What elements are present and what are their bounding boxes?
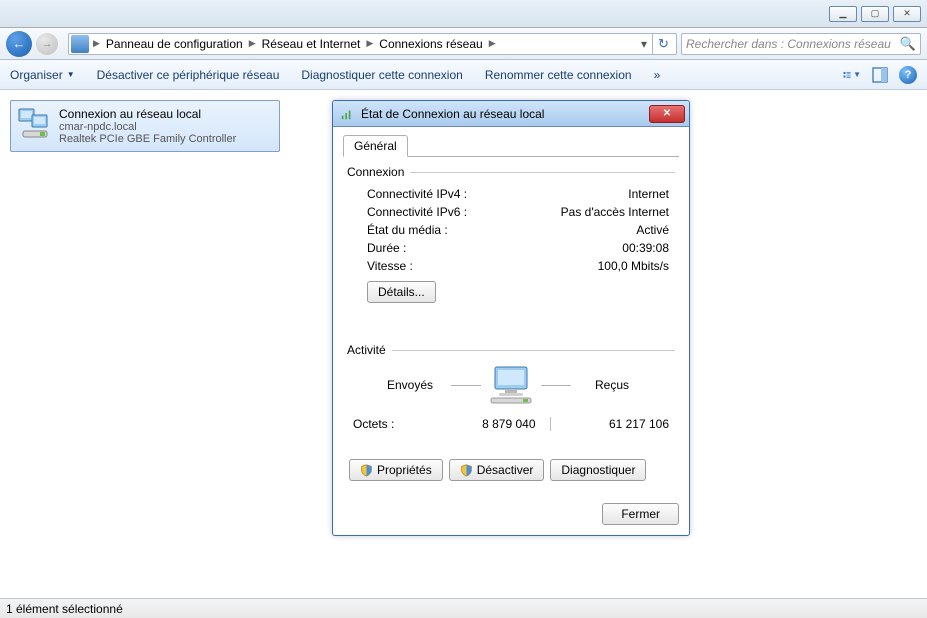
- command-toolbar: Organiser▼ Désactiver ce périphérique ré…: [0, 60, 927, 90]
- bytes-received-value: 61 217 106: [557, 417, 670, 431]
- rename-connection-button[interactable]: Renommer cette connexion: [485, 68, 632, 82]
- connection-adapter: Realtek PCIe GBE Family Controller: [59, 133, 273, 145]
- diagnose-connection-button[interactable]: Diagnostiquer cette connexion: [301, 68, 462, 82]
- status-bar: 1 élément sélectionné: [0, 598, 927, 618]
- preview-pane-button[interactable]: [871, 66, 889, 84]
- tab-general[interactable]: Général: [343, 135, 408, 157]
- dialog-close-button[interactable]: ✕: [649, 105, 685, 123]
- maximize-button[interactable]: ▢: [861, 6, 889, 22]
- shield-icon: [360, 464, 373, 477]
- connection-name: Connexion au réseau local: [59, 107, 273, 121]
- breadcrumb-item[interactable]: Panneau de configuration: [102, 37, 247, 51]
- details-button[interactable]: Détails...: [367, 281, 436, 303]
- duration-value: 00:39:08: [622, 241, 669, 255]
- breadcrumb-dropdown[interactable]: ▾: [636, 37, 652, 51]
- bytes-label: Octets :: [353, 417, 423, 431]
- ipv6-value: Pas d'accès Internet: [561, 205, 669, 219]
- chevron-down-icon: ▼: [853, 70, 861, 79]
- forward-button: →: [36, 33, 58, 55]
- ipv4-value: Internet: [628, 187, 669, 201]
- close-dialog-button[interactable]: Fermer: [602, 503, 679, 525]
- view-options-button[interactable]: ▼: [843, 66, 861, 84]
- media-state-value: Activé: [636, 223, 669, 237]
- navigation-bar: ← → ▶ Panneau de configuration ▶ Réseau …: [0, 28, 927, 60]
- back-button[interactable]: ←: [6, 31, 32, 57]
- ipv6-label: Connectivité IPv6 :: [367, 205, 467, 219]
- refresh-button[interactable]: ↻: [652, 33, 674, 55]
- group-activity-label: Activité: [347, 343, 392, 357]
- disable-button[interactable]: Désactiver: [449, 459, 545, 481]
- status-text: 1 élément sélectionné: [6, 602, 123, 616]
- dialog-titlebar[interactable]: État de Connexion au réseau local ✕: [333, 101, 689, 127]
- network-adapter-icon: [17, 107, 53, 143]
- dialog-title: État de Connexion au réseau local: [361, 107, 649, 121]
- media-state-label: État du média :: [367, 223, 448, 237]
- duration-label: Durée :: [367, 241, 406, 255]
- disable-device-button[interactable]: Désactiver ce périphérique réseau: [97, 68, 280, 82]
- activity-icon: [487, 365, 535, 405]
- search-input[interactable]: Rechercher dans : Connexions réseau 🔍: [681, 33, 921, 55]
- chevron-right-icon[interactable]: ▶: [91, 38, 102, 49]
- chevron-right-icon[interactable]: ▶: [487, 38, 498, 49]
- bytes-sent-value: 8 879 040: [423, 417, 544, 431]
- received-label: Reçus: [577, 378, 647, 392]
- connection-domain: cmar-npdc.local: [59, 121, 273, 133]
- ipv4-label: Connectivité IPv4 :: [367, 187, 467, 201]
- speed-label: Vitesse :: [367, 259, 413, 273]
- signal-icon: [339, 106, 355, 122]
- connection-status-dialog: État de Connexion au réseau local ✕ Géné…: [332, 100, 690, 536]
- connection-list-item[interactable]: Connexion au réseau local cmar-npdc.loca…: [10, 100, 280, 152]
- minimize-button[interactable]: ▁: [829, 6, 857, 22]
- content-area: Connexion au réseau local cmar-npdc.loca…: [0, 90, 927, 598]
- diagnose-button[interactable]: Diagnostiquer: [550, 459, 646, 481]
- dialog-tabs: Général: [343, 135, 679, 157]
- chevron-right-icon[interactable]: ▶: [364, 38, 375, 49]
- sent-label: Envoyés: [375, 378, 445, 392]
- shield-icon: [460, 464, 473, 477]
- breadcrumb[interactable]: ▶ Panneau de configuration ▶ Réseau et I…: [68, 33, 677, 55]
- breadcrumb-item[interactable]: Réseau et Internet: [258, 37, 365, 51]
- organize-menu[interactable]: Organiser▼: [10, 68, 75, 82]
- window-titlebar: ▁ ▢ ✕: [0, 0, 927, 28]
- location-icon: [71, 35, 89, 53]
- search-placeholder: Rechercher dans : Connexions réseau: [686, 37, 891, 51]
- group-connection-label: Connexion: [347, 165, 410, 179]
- breadcrumb-item[interactable]: Connexions réseau: [375, 37, 486, 51]
- help-button[interactable]: ?: [899, 66, 917, 84]
- chevron-right-icon[interactable]: ▶: [247, 38, 258, 49]
- search-icon[interactable]: 🔍: [900, 36, 916, 52]
- properties-button[interactable]: Propriétés: [349, 459, 443, 481]
- chevron-down-icon: ▼: [67, 70, 75, 79]
- toolbar-overflow[interactable]: »: [654, 68, 661, 82]
- speed-value: 100,0 Mbits/s: [598, 259, 669, 273]
- close-window-button[interactable]: ✕: [893, 6, 921, 22]
